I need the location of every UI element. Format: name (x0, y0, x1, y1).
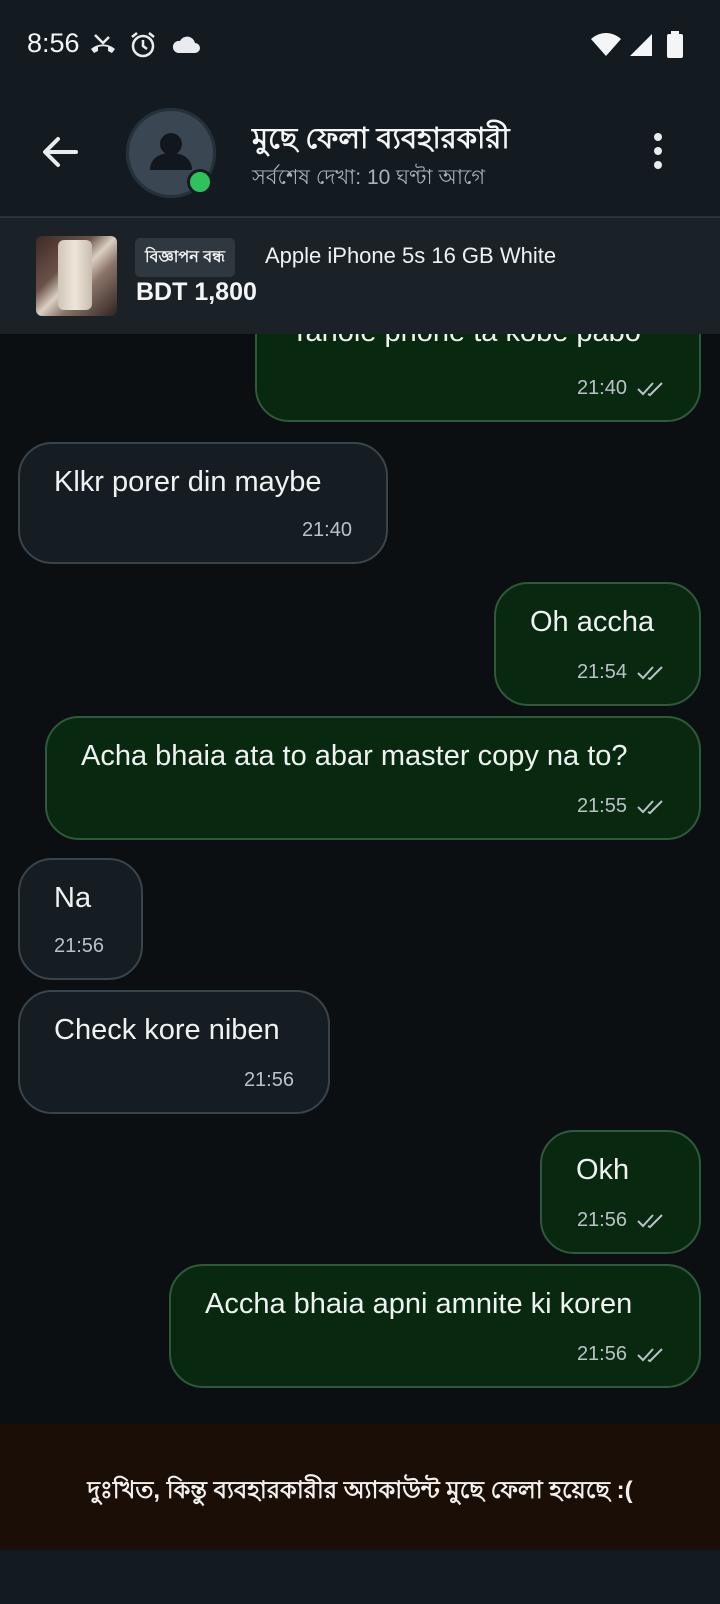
double-check-icon (637, 381, 663, 396)
deleted-account-notice: দুঃখিত, কিন্তু ব্যবহারকারীর অ্যাকাউন্ট ম… (0, 1424, 720, 1550)
last-seen: সর্বশেষ দেখা: 10 ঘণ্টা আগে (252, 166, 486, 189)
navigation-bar (0, 1550, 720, 1604)
message-time: 21:56 (576, 1209, 627, 1231)
message-bubble[interactable]: Oh accha 21:54 (494, 582, 701, 706)
message-text: Tahole phone ta kobe pabo (291, 334, 641, 349)
arrow-left-icon[interactable] (40, 132, 80, 172)
more-vert-icon[interactable] (648, 132, 668, 172)
chat-header: মুছে ফেলা ব্যবহারকারী সর্বশেষ দেখা: 10 ঘ… (0, 90, 720, 218)
message-bubble[interactable]: Na 21:56 (18, 858, 143, 980)
message-bubble[interactable]: Acha bhaia ata to abar master copy na to… (45, 716, 701, 840)
message-time: 21:54 (576, 661, 627, 683)
notice-text: দুঃখিত, কিন্তু ব্যবহারকারীর অ্যাকাউন্ট ম… (87, 1477, 633, 1504)
message-list[interactable]: Tahole phone ta kobe pabo 21:40 Klkr por… (0, 334, 720, 1424)
signal-icon (630, 34, 652, 56)
wifi-icon (591, 33, 621, 56)
message-text: Accha bhaia apni amnite ki koren (205, 1288, 633, 1320)
ad-status-badge: বিজ্ঞাপন বন্ধ (135, 238, 235, 277)
message-text: Klkr porer din maybe (54, 466, 322, 498)
double-check-icon (637, 1213, 663, 1228)
status-time: 8:56 (27, 28, 80, 58)
status-bar: 8:56 (0, 0, 720, 90)
message-bubble[interactable]: Accha bhaia apni amnite ki koren 21:56 (169, 1264, 701, 1388)
message-time: 21:56 (54, 935, 105, 957)
cloud-icon (172, 36, 200, 53)
online-indicator (187, 169, 213, 195)
double-check-icon (637, 665, 663, 680)
alarm-icon (131, 32, 155, 58)
double-check-icon (637, 799, 663, 814)
battery-icon (667, 31, 683, 58)
avatar[interactable] (126, 108, 216, 198)
message-time: 21:40 (301, 519, 352, 541)
message-text: Okh (576, 1154, 630, 1186)
message-bubble[interactable]: Klkr porer din maybe 21:40 (18, 442, 388, 564)
message-time: 21:56 (243, 1069, 294, 1091)
ad-thumbnail[interactable] (36, 236, 117, 316)
contact-name[interactable]: মুছে ফেলা ব্যবহারকারী (252, 116, 510, 165)
message-text: Acha bhaia ata to abar master copy na to… (81, 740, 628, 772)
message-time: 21:55 (576, 795, 627, 817)
message-bubble[interactable]: Okh 21:56 (540, 1130, 701, 1254)
message-bubble[interactable]: Check kore niben 21:56 (18, 990, 330, 1114)
message-text: Oh accha (530, 606, 655, 638)
ad-title: Apple iPhone 5s 16 GB White (265, 243, 557, 268)
ad-price: BDT 1,800 (136, 278, 257, 306)
message-time: 21:56 (576, 1343, 627, 1365)
message-text: Check kore niben (54, 1014, 280, 1046)
message-text: Na (54, 882, 92, 914)
message-time: 21:40 (576, 377, 627, 399)
double-check-icon (637, 1347, 663, 1362)
ad-card[interactable]: বিজ্ঞাপন বন্ধ Apple iPhone 5s 16 GB Whit… (0, 218, 720, 334)
message-bubble[interactable]: Tahole phone ta kobe pabo 21:40 (255, 334, 701, 422)
missed-call-icon (91, 34, 115, 53)
